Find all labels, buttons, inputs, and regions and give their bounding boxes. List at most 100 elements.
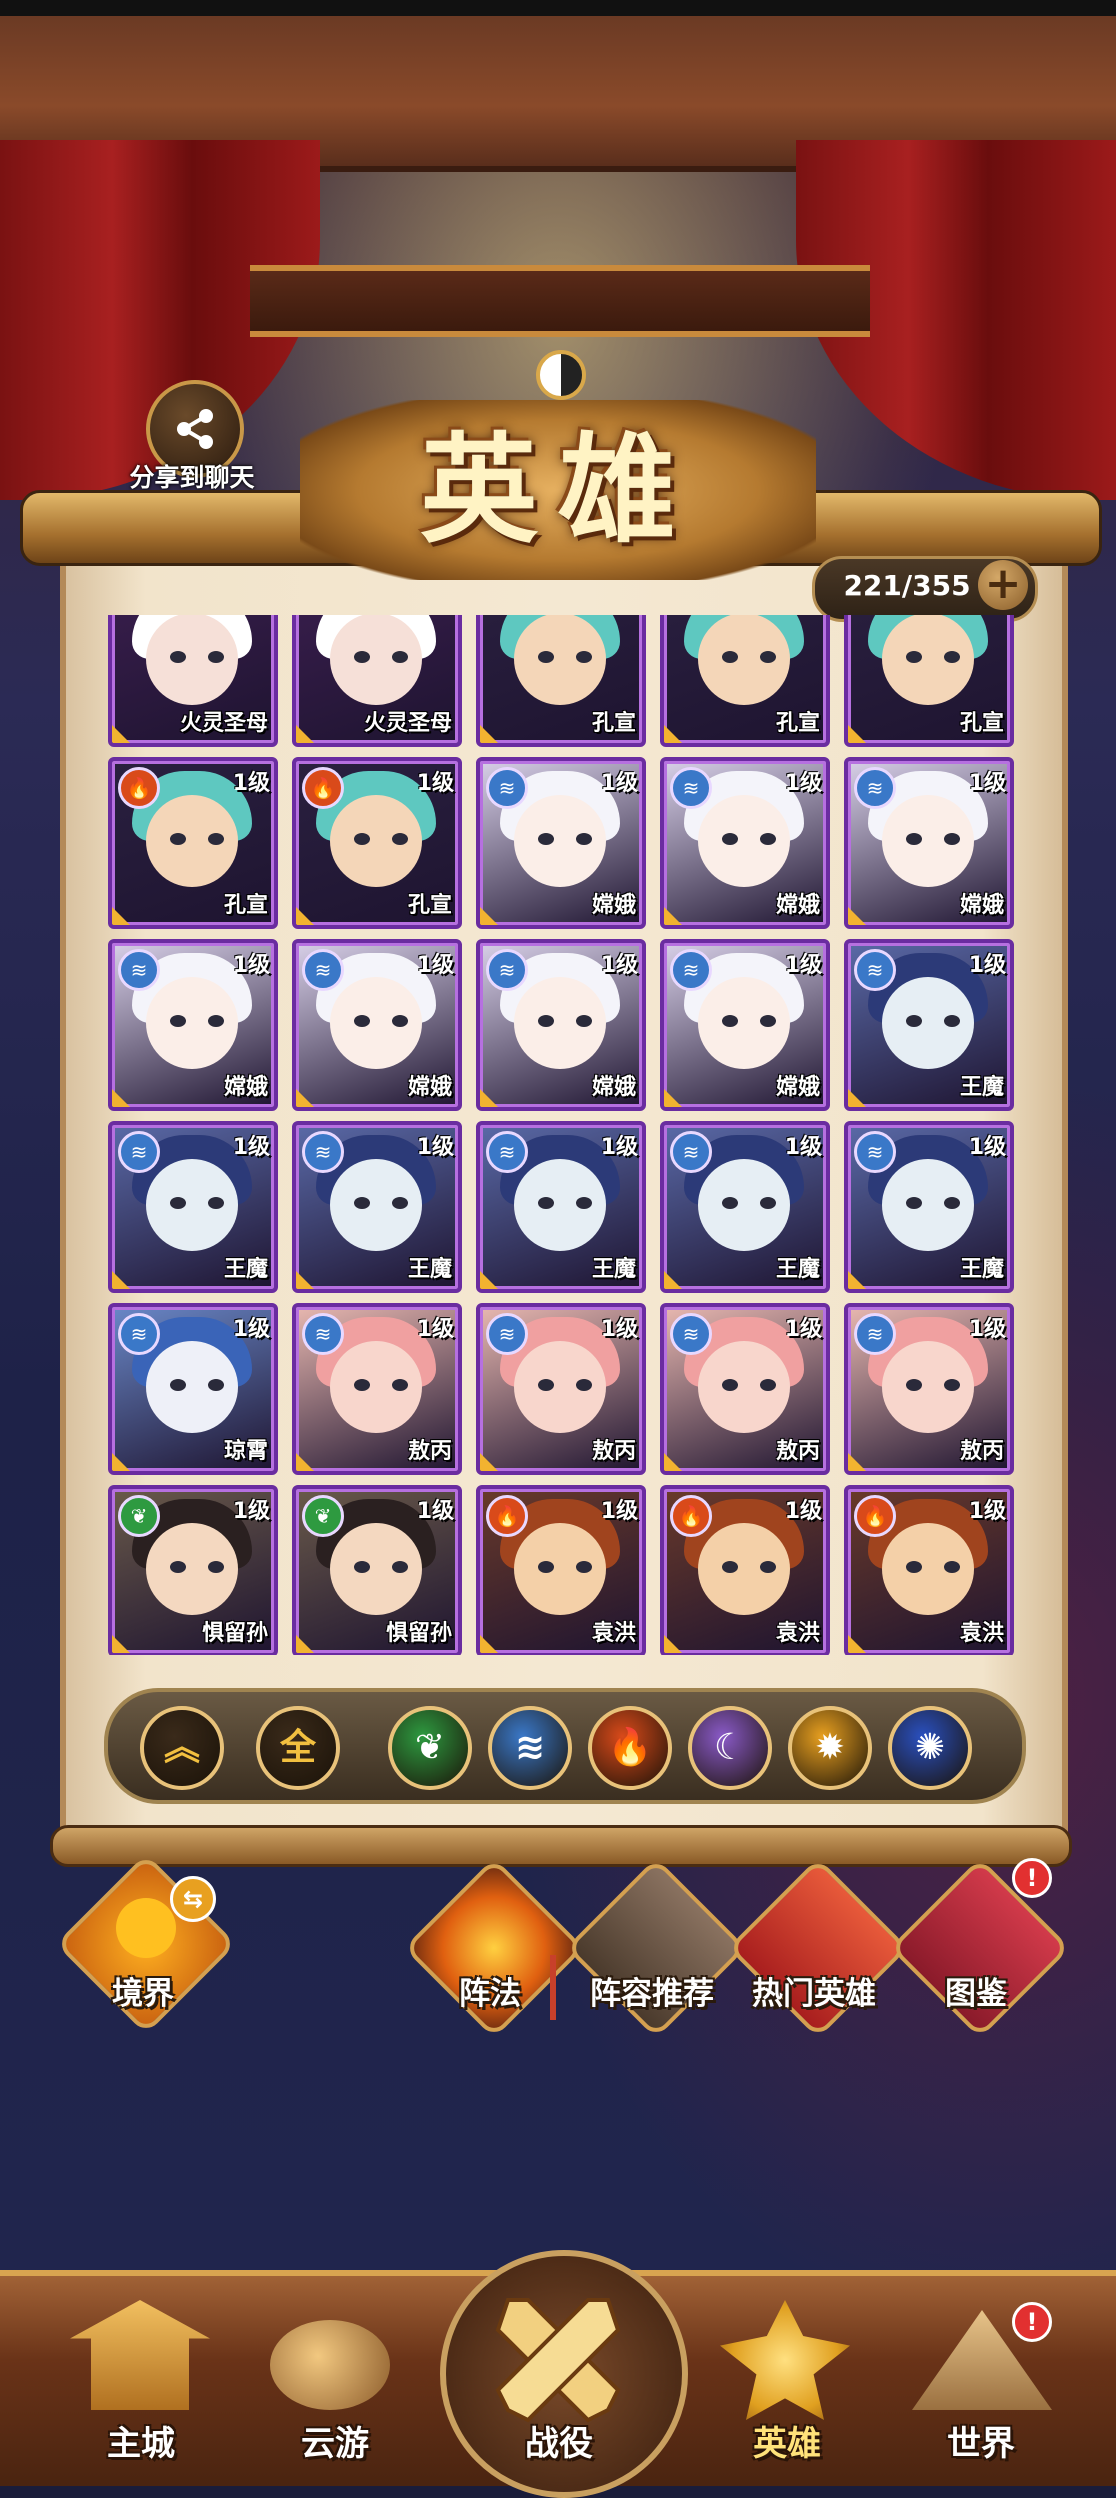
rarity-corner-icon xyxy=(112,1089,130,1107)
hero-card[interactable]: 火灵圣母 xyxy=(108,615,278,747)
filter-void-button[interactable]: ✺ xyxy=(888,1706,972,1790)
hero-face xyxy=(882,977,974,1069)
hero-card[interactable]: ≋ 1级 王魔 xyxy=(292,1121,462,1293)
hero-level: 1级 xyxy=(416,1135,454,1160)
hero-eye xyxy=(760,1379,776,1391)
water-element-icon: ≋ xyxy=(854,1313,896,1355)
hero-card[interactable]: 火灵圣母 xyxy=(292,615,462,747)
hero-eye xyxy=(354,1015,370,1027)
hero-eye xyxy=(538,651,554,663)
hero-eye xyxy=(354,1379,370,1391)
hero-eye xyxy=(538,1015,554,1027)
hero-face xyxy=(330,1159,422,1251)
water-element-icon: ≋ xyxy=(670,1131,712,1173)
hero-card[interactable]: ≋ 1级 敖丙 xyxy=(660,1303,830,1475)
hero-face xyxy=(514,615,606,705)
scroll-bottom-rod xyxy=(50,1825,1072,1867)
water-element-icon: ≋ xyxy=(486,949,528,991)
hero-level: 1级 xyxy=(600,1135,638,1160)
expand-capacity-button[interactable]: + xyxy=(978,560,1028,610)
hero-card[interactable]: 🔥 1级 孔宣 xyxy=(108,757,278,929)
hero-eye xyxy=(722,1197,738,1209)
hero-grid[interactable]: 火灵圣母 火灵圣母 孔宣 孔宣 孔宣 🔥 1级 孔宣 🔥 1级 孔宣 ≋ 1级 嫦娥 ≋ 1级 嫦娥 ≋ 1级 嫦娥 ≋… xyxy=(100,615,1020,1655)
codex-label: 图鉴 xyxy=(945,1976,1007,2012)
hero-card[interactable]: ≋ 1级 嫦娥 xyxy=(844,757,1014,929)
hero-card[interactable]: ≋ 1级 敖丙 xyxy=(476,1303,646,1475)
hero-face xyxy=(146,1159,238,1251)
hero-card[interactable]: ≋ 1级 嫦娥 xyxy=(660,939,830,1111)
hero-face xyxy=(698,615,790,705)
hero-eye xyxy=(906,1561,922,1573)
hero-eye xyxy=(906,833,922,845)
hero-name: 敖丙 xyxy=(959,1439,1004,1464)
hero-card[interactable]: 孔宣 xyxy=(844,615,1014,747)
hero-card[interactable]: ≋ 1级 嫦娥 xyxy=(108,939,278,1111)
hero-face xyxy=(882,615,974,705)
hero-name: 嫦娥 xyxy=(591,893,636,918)
filter-fire-button[interactable]: 🔥 xyxy=(588,1706,672,1790)
rarity-corner-icon xyxy=(296,1635,314,1653)
hero-eye xyxy=(576,1561,592,1573)
hero-card[interactable]: ≋ 1级 王魔 xyxy=(476,1121,646,1293)
hero-card[interactable]: ≋ 1级 王魔 xyxy=(844,939,1014,1111)
realm-swap-icon[interactable]: ⇆ xyxy=(170,1876,216,1922)
hero-face xyxy=(330,977,422,1069)
hero-name: 袁洪 xyxy=(959,1621,1004,1646)
hero-eye xyxy=(576,1379,592,1391)
hero-card[interactable]: ≋ 1级 王魔 xyxy=(108,1121,278,1293)
lineup-label: 阵容推荐 xyxy=(590,1976,714,2012)
hero-card[interactable]: 🔥 1级 孔宣 xyxy=(292,757,462,929)
hero-eye xyxy=(354,1561,370,1573)
hero-card[interactable]: 🔥 1级 袁洪 xyxy=(660,1485,830,1655)
water-element-icon: ≋ xyxy=(486,1313,528,1355)
hero-eye xyxy=(906,1379,922,1391)
hero-card[interactable]: 孔宣 xyxy=(476,615,646,747)
filter-water-button[interactable]: ≋ xyxy=(488,1706,572,1790)
hero-name: 嫦娥 xyxy=(591,1075,636,1100)
rarity-corner-icon xyxy=(848,907,866,925)
filter-wood-button[interactable]: ❦ xyxy=(388,1706,472,1790)
hero-face xyxy=(146,1341,238,1433)
yinyang-ornament-icon xyxy=(536,350,586,400)
filter-all-button[interactable]: 全 xyxy=(256,1706,340,1790)
hero-card[interactable]: 🔥 1级 袁洪 xyxy=(844,1485,1014,1655)
rarity-corner-icon xyxy=(112,1453,130,1471)
hero-card[interactable]: ≋ 1级 敖丙 xyxy=(844,1303,1014,1475)
hero-card[interactable]: ≋ 1级 王魔 xyxy=(844,1121,1014,1293)
hero-eye xyxy=(760,833,776,845)
hero-name: 王魔 xyxy=(959,1257,1004,1282)
hero-eye xyxy=(170,651,186,663)
hero-card[interactable]: ≋ 1级 王魔 xyxy=(660,1121,830,1293)
hero-eye xyxy=(722,1561,738,1573)
hero-eye xyxy=(392,1015,408,1027)
hero-card[interactable]: ≋ 1级 嫦娥 xyxy=(660,757,830,929)
hero-card[interactable]: ≋ 1级 嫦娥 xyxy=(476,757,646,929)
hero-face xyxy=(514,795,606,887)
hero-level: 1级 xyxy=(968,1135,1006,1160)
hero-eye xyxy=(392,1197,408,1209)
nav-travel-label: 云游 xyxy=(301,2424,369,2464)
hero-eye xyxy=(944,1379,960,1391)
hero-card[interactable]: 🔥 1级 袁洪 xyxy=(476,1485,646,1655)
hero-card[interactable]: ≋ 1级 琼霄 xyxy=(108,1303,278,1475)
hero-level: 1级 xyxy=(600,953,638,978)
hero-eye xyxy=(208,1197,224,1209)
hero-face xyxy=(698,1341,790,1433)
filter-moon-button[interactable]: ☾ xyxy=(688,1706,772,1790)
hero-card[interactable]: ≋ 1级嫦娥 xyxy=(476,939,646,1111)
hero-card[interactable]: ≋ 1级 嫦娥 xyxy=(292,939,462,1111)
water-element-icon: ≋ xyxy=(486,767,528,809)
hero-eye xyxy=(208,1561,224,1573)
hero-eye xyxy=(944,651,960,663)
water-element-icon: ≋ xyxy=(118,1131,160,1173)
hero-eye xyxy=(538,1561,554,1573)
filter-sun-button[interactable]: ✹ xyxy=(788,1706,872,1790)
crossed-swords-icon xyxy=(495,2298,621,2423)
hero-card[interactable]: ≋ 1级 敖丙 xyxy=(292,1303,462,1475)
hero-card[interactable]: ❦ 1级 惧留孙 xyxy=(108,1485,278,1655)
hero-eye xyxy=(170,1197,186,1209)
hero-card[interactable]: ❦ 1级 惧留孙 xyxy=(292,1485,462,1655)
share-label: 分享到聊天 xyxy=(129,463,255,492)
filter-collapse-button[interactable]: ︽ xyxy=(140,1706,224,1790)
hero-card[interactable]: 孔宣 xyxy=(660,615,830,747)
